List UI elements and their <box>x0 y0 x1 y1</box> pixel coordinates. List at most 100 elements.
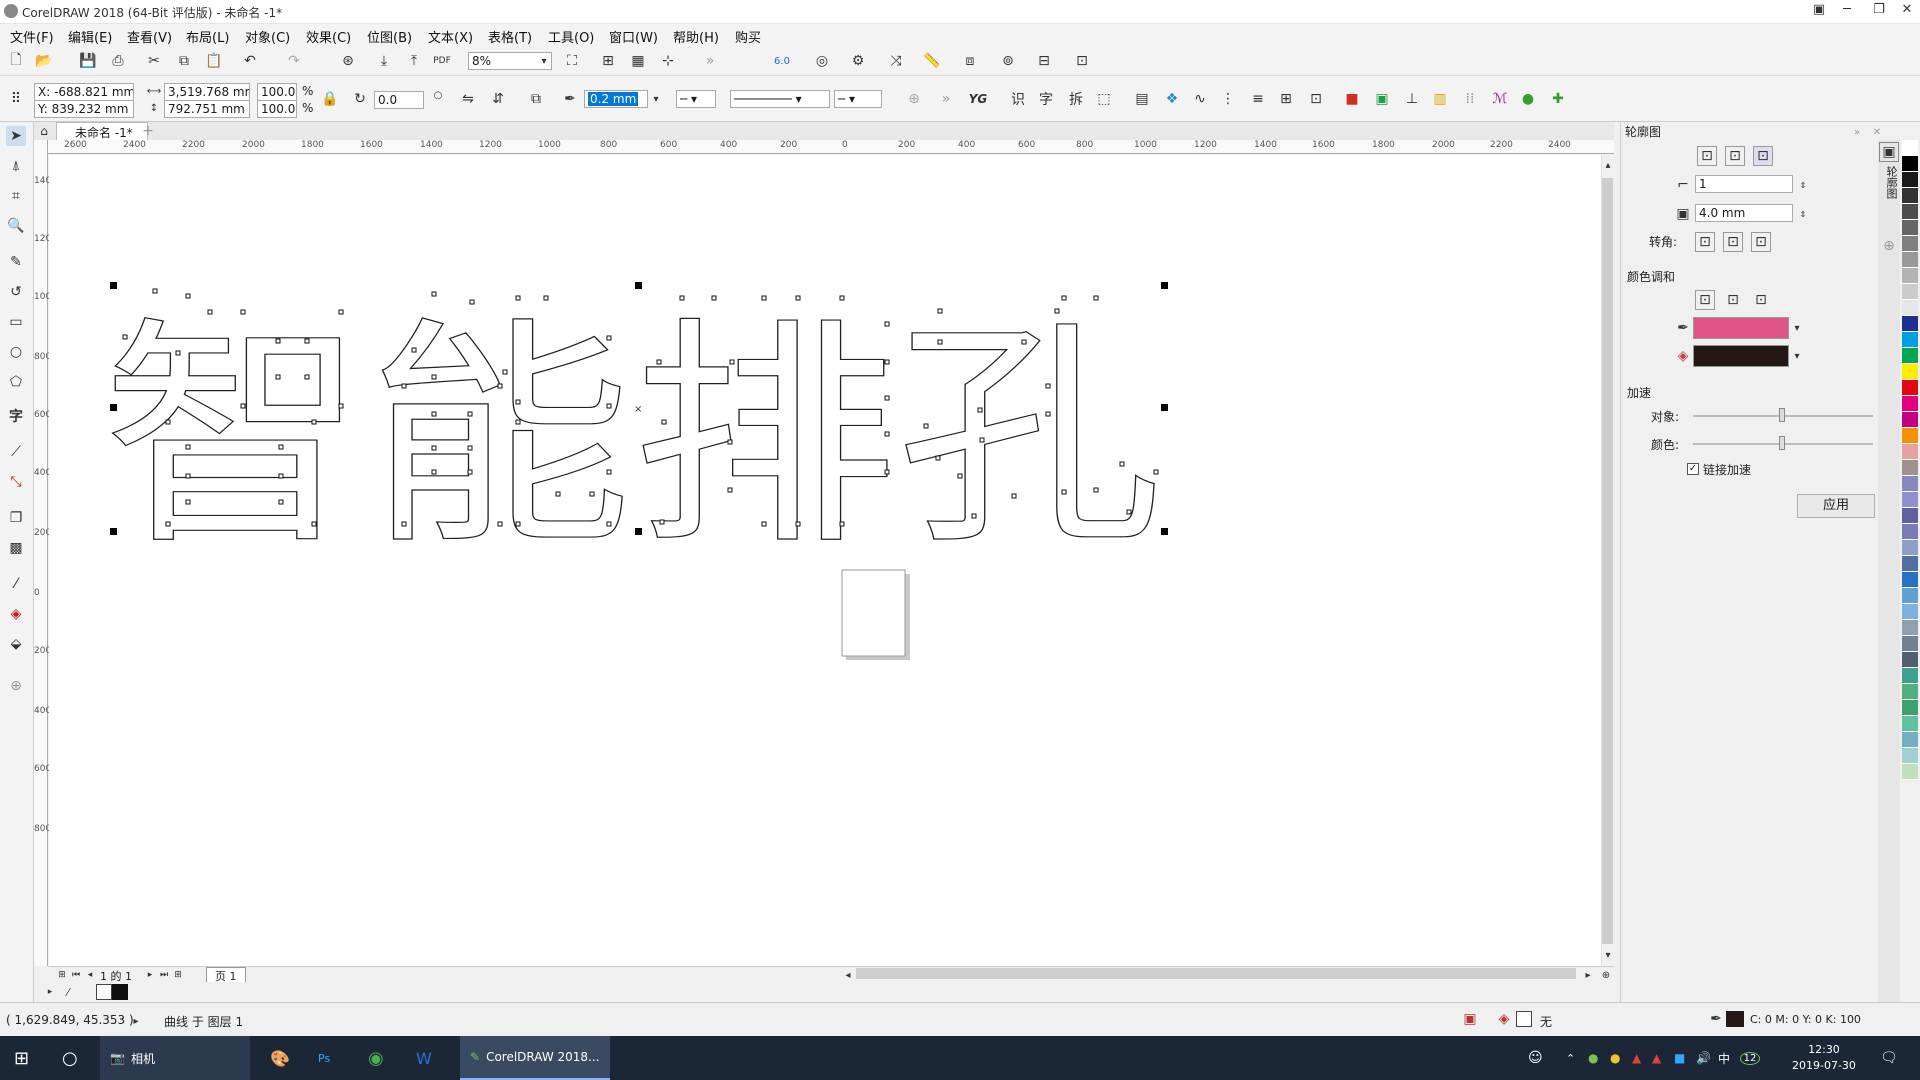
launch-icon[interactable]: ◎ <box>812 51 832 71</box>
contour-outside-icon[interactable]: ⊡ <box>1753 146 1773 166</box>
docker-close-icon[interactable]: ✕ <box>1867 122 1887 142</box>
add-docker-icon[interactable]: ⊕ <box>1879 236 1899 256</box>
new-document-icon[interactable]: 🗋 <box>6 51 26 71</box>
browser-icon[interactable]: ◉ <box>368 1036 384 1080</box>
smart-drawing-icon[interactable]: ↺ <box>6 282 26 302</box>
plugin-recognize-button[interactable]: 识 <box>1008 89 1028 109</box>
menu-view[interactable]: 查看(V) <box>127 27 172 46</box>
palette-swatch[interactable] <box>1902 588 1918 604</box>
horizontal-scroll-thumb[interactable] <box>856 968 1576 979</box>
start-icon[interactable]: ⊞ <box>14 1036 29 1080</box>
palette-swatches[interactable] <box>1902 140 1918 780</box>
palette-swatch[interactable] <box>1902 412 1918 428</box>
palette-swatch[interactable] <box>1902 140 1918 156</box>
tray-app-icon-2[interactable]: ▲ <box>1632 1036 1641 1080</box>
offset-spinner-icon[interactable]: ⇕ <box>1793 204 1813 224</box>
mirror-horizontal-icon[interactable]: ⇋ <box>458 89 478 109</box>
contour-center-icon[interactable]: ⊡ <box>1697 146 1717 166</box>
palette-swatch[interactable] <box>1902 508 1918 524</box>
offset-field[interactable]: 4.0 mm <box>1695 204 1793 222</box>
crop-tool-icon[interactable]: ⌗ <box>6 186 26 206</box>
color-proof-icon[interactable]: ▣ <box>1460 1009 1480 1029</box>
outline-color-chevron-icon[interactable]: ▾ <box>1787 318 1807 338</box>
palette-swatch[interactable] <box>1902 332 1918 348</box>
script-icon[interactable]: ℳ <box>1490 89 1510 109</box>
color-acceleration-thumb[interactable] <box>1779 436 1785 450</box>
vertical-scroll-thumb[interactable] <box>1602 178 1613 944</box>
scale-width-field[interactable]: 100.0 <box>257 83 297 101</box>
chevron-down-icon[interactable]: ▾ <box>534 51 554 71</box>
curve-icon[interactable]: ∿ <box>1190 89 1210 109</box>
outline-width-field[interactable]: 0.2 mm <box>584 90 648 108</box>
volume-icon[interactable]: 🔊 <box>1696 1036 1711 1080</box>
arrange-icon[interactable]: ⧈ <box>960 51 980 71</box>
panel-icon[interactable]: ⊡ <box>1072 51 1092 71</box>
palette-swatch[interactable] <box>1902 348 1918 364</box>
group-icon[interactable]: ⊞ <box>1276 89 1296 109</box>
palette-swatch[interactable] <box>1902 572 1918 588</box>
menu-edit[interactable]: 编辑(E) <box>68 27 112 46</box>
palette-swatch[interactable] <box>1902 380 1918 396</box>
palette-swatch[interactable] <box>1902 236 1918 252</box>
add-icon[interactable]: ⊕ <box>904 89 924 109</box>
menu-bitmap[interactable]: 位图(B) <box>367 27 412 46</box>
palette-swatch[interactable] <box>1902 220 1918 236</box>
help-icon[interactable]: ▣ <box>1808 2 1830 20</box>
outline-color-swatch[interactable] <box>1726 1011 1744 1027</box>
scale-height-field[interactable]: 100.0 <box>257 100 297 118</box>
print-icon[interactable]: ⎙ <box>108 51 128 71</box>
ellipse-tool-icon[interactable]: ○ <box>6 342 26 362</box>
plugin-character-button[interactable]: 字 <box>1036 89 1056 109</box>
corner-miter-icon[interactable]: ⊡ <box>1695 232 1715 252</box>
outline-color-picker[interactable] <box>1693 317 1789 339</box>
transparency-tool-icon[interactable]: ▩ <box>6 538 26 558</box>
ruler-icon[interactable]: 📏 <box>922 51 942 71</box>
x-position-field[interactable]: X: -688.821 mm <box>34 83 134 101</box>
globe-icon[interactable]: ● <box>1518 89 1538 109</box>
more-icon-2[interactable]: » <box>936 89 956 109</box>
contour-inside-icon[interactable]: ⊡ <box>1725 146 1745 166</box>
object-acceleration-thumb[interactable] <box>1779 408 1785 422</box>
snap-to-icon[interactable]: 6.0 <box>772 51 792 71</box>
pen-icon[interactable]: ✒ <box>560 89 580 109</box>
start-arrow-field[interactable]: ─ ▾ <box>676 90 716 108</box>
paste-icon[interactable]: 📋 <box>204 51 224 71</box>
palette-swatch[interactable] <box>1902 620 1918 636</box>
line-style-field[interactable]: ──────── ▾ <box>730 90 830 108</box>
palette-swatch[interactable] <box>1902 428 1918 444</box>
drawing-canvas[interactable]: 智能排孔 × <box>49 155 1601 966</box>
save-icon[interactable]: 💾 <box>78 51 98 71</box>
palette-swatch[interactable] <box>1902 396 1918 412</box>
text-tool-icon[interactable]: 字 <box>6 406 26 426</box>
palette-swatch[interactable] <box>1902 444 1918 460</box>
paint-icon[interactable]: 🎨 <box>270 1036 290 1080</box>
palette-swatch[interactable] <box>1902 188 1918 204</box>
palette-swatch[interactable] <box>1902 172 1918 188</box>
no-fill-swatch[interactable] <box>1516 1011 1532 1027</box>
palette-swatch[interactable] <box>1902 556 1918 572</box>
docker-tab-icon[interactable]: ▣ <box>1879 142 1899 162</box>
outline-width-chevron-icon[interactable]: ▾ <box>646 89 666 109</box>
y-position-field[interactable]: Y: 839.232 mm <box>34 100 134 118</box>
shadow-tool-icon[interactable]: ❐ <box>6 508 26 528</box>
add-document-tab[interactable]: + <box>138 122 158 140</box>
palette-swatch[interactable] <box>1902 668 1918 684</box>
more-icon[interactable]: » <box>700 51 720 71</box>
search-icon[interactable]: ○ <box>62 1036 78 1080</box>
link-acceleration-checkbox[interactable]: ✓ <box>1687 463 1699 475</box>
menu-layout[interactable]: 布局(L) <box>186 27 229 46</box>
full-screen-icon[interactable]: ⛶ <box>562 51 582 71</box>
add-tool-icon[interactable]: ⊕ <box>6 676 26 696</box>
status-arrow-icon[interactable]: ▸ <box>126 1011 146 1031</box>
rotate-icon[interactable]: ↻ <box>350 89 370 109</box>
options-icon[interactable]: ⚙ <box>848 51 868 71</box>
zoom-tool-icon[interactable]: 🔍 <box>6 216 26 236</box>
palette-swatch[interactable] <box>1902 684 1918 700</box>
palette-swatch[interactable] <box>1902 524 1918 540</box>
fill-color-chevron-icon[interactable]: ▾ <box>1787 346 1807 366</box>
ime-badge[interactable]: 12 <box>1739 1036 1761 1080</box>
freehand-tool-icon[interactable]: ✎ <box>6 252 26 272</box>
dots-icon[interactable]: ⁞⁞ <box>1460 89 1480 109</box>
show-rulers-icon[interactable]: ⊞ <box>598 51 618 71</box>
linear-blend-icon[interactable]: ⊡ <box>1695 290 1715 310</box>
